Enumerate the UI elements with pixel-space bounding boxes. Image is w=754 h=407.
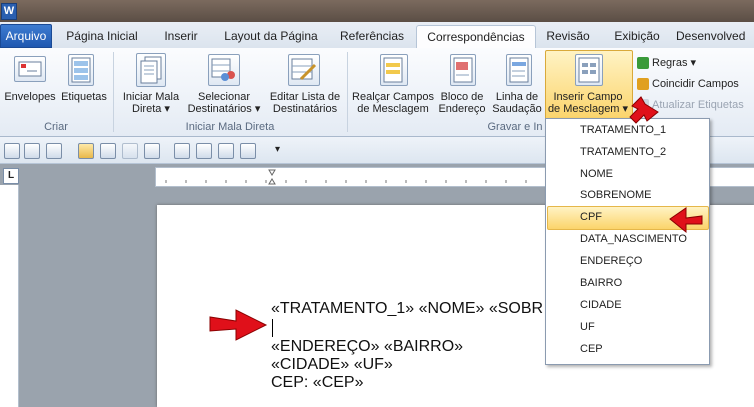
arrow-to-cpf-icon <box>669 207 703 234</box>
arrow-to-cursor-icon <box>209 309 268 341</box>
arrow-to-insert-field-icon <box>629 96 659 124</box>
annotation-arrows <box>209 96 703 341</box>
